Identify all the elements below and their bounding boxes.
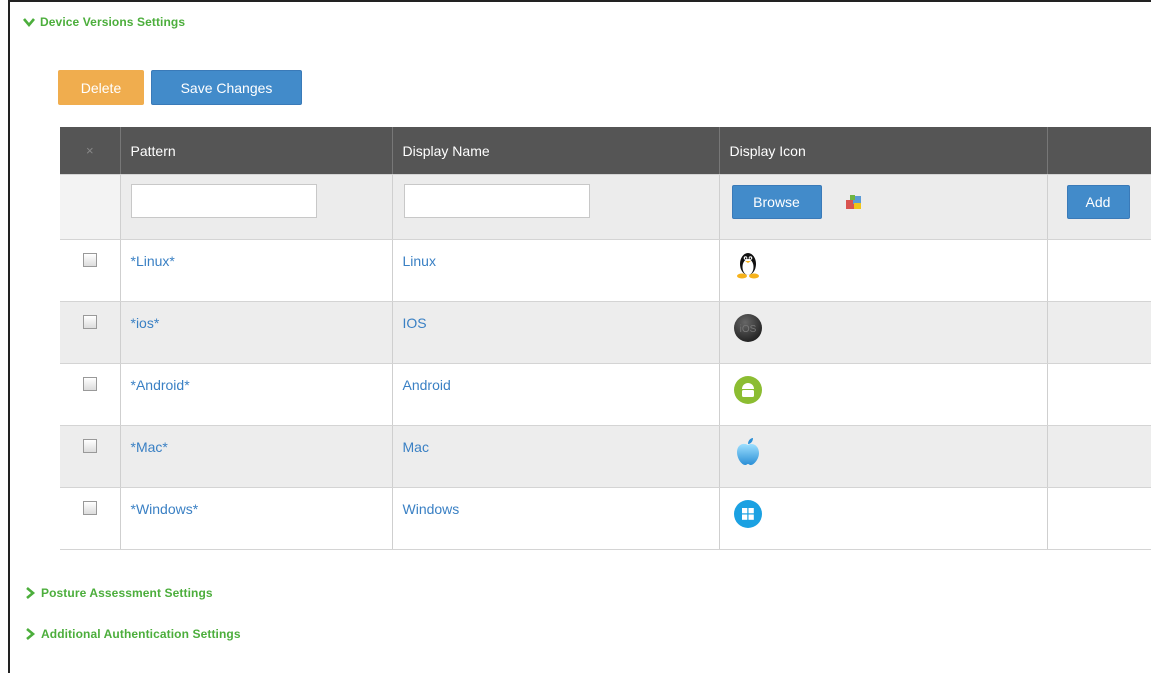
display-name-input-cell [392,174,720,240]
section-device-versions[interactable]: Device Versions Settings [23,15,185,29]
row-checkbox[interactable] [82,439,97,453]
pattern-link[interactable]: *Mac* [131,439,168,455]
apple-icon [732,435,764,467]
section-title: Posture Assessment Settings [41,586,213,600]
ios-icon: iOS [732,311,764,343]
pattern-input-cell [120,174,393,240]
table-row: *ios* IOS iOS [60,301,1151,364]
section-additional-authentication[interactable]: Additional Authentication Settings [24,627,241,641]
column-header-display-name: Display Name [392,127,720,175]
pattern-input[interactable] [130,184,317,218]
section-posture-assessment[interactable]: Posture Assessment Settings [24,586,213,600]
table-header-row: × Pattern Display Name Display Icon [60,127,1151,175]
add-button[interactable]: Add [1066,185,1130,219]
display-name-link[interactable]: Linux [403,253,436,269]
section-title: Device Versions Settings [40,15,186,29]
section-title: Additional Authentication Settings [41,627,241,641]
save-changes-button[interactable]: Save Changes [151,70,302,105]
device-versions-table: × Pattern Display Name Display Icon Brow… [60,127,1151,550]
column-header-display-icon: Display Icon [719,127,1048,175]
pattern-link[interactable]: *Windows* [131,501,199,517]
display-name-link[interactable]: Windows [403,501,460,517]
pattern-link[interactable]: *ios* [131,315,160,331]
row-checkbox[interactable] [82,501,97,515]
column-header-pattern: Pattern [120,127,393,175]
row-checkbox[interactable] [82,315,97,329]
display-icon-input-cell: Browse [719,174,1048,240]
chevron-right-icon [26,587,36,599]
display-name-link[interactable]: Mac [403,439,429,455]
add-cell: Add [1047,174,1151,240]
table-row: *Windows* Windows [60,487,1151,550]
windows-icon [732,497,764,529]
svg-text:iOS: iOS [739,324,756,335]
display-name-link[interactable]: IOS [403,315,427,331]
display-name-input[interactable] [403,184,590,218]
new-entry-row: Browse Add [60,174,1151,240]
row-checkbox[interactable] [82,253,97,267]
column-header-actions [1047,127,1151,175]
pattern-link[interactable]: *Android* [131,377,190,393]
empty-cell [60,174,121,240]
linux-penguin-icon [732,249,764,281]
table-row: *Android* Android [60,363,1151,426]
select-all-icon[interactable]: × [60,127,121,175]
android-icon [732,373,764,405]
browse-button[interactable]: Browse [731,185,822,219]
table-row: *Mac* Mac [60,425,1151,488]
chevron-right-icon [26,628,36,640]
pattern-link[interactable]: *Linux* [131,253,175,269]
image-placeholder-icon [845,193,863,211]
row-checkbox[interactable] [82,377,97,391]
delete-button[interactable]: Delete [58,70,144,105]
table-row: *Linux* Linux [60,239,1151,302]
display-name-link[interactable]: Android [403,377,451,393]
chevron-down-icon [23,18,35,28]
